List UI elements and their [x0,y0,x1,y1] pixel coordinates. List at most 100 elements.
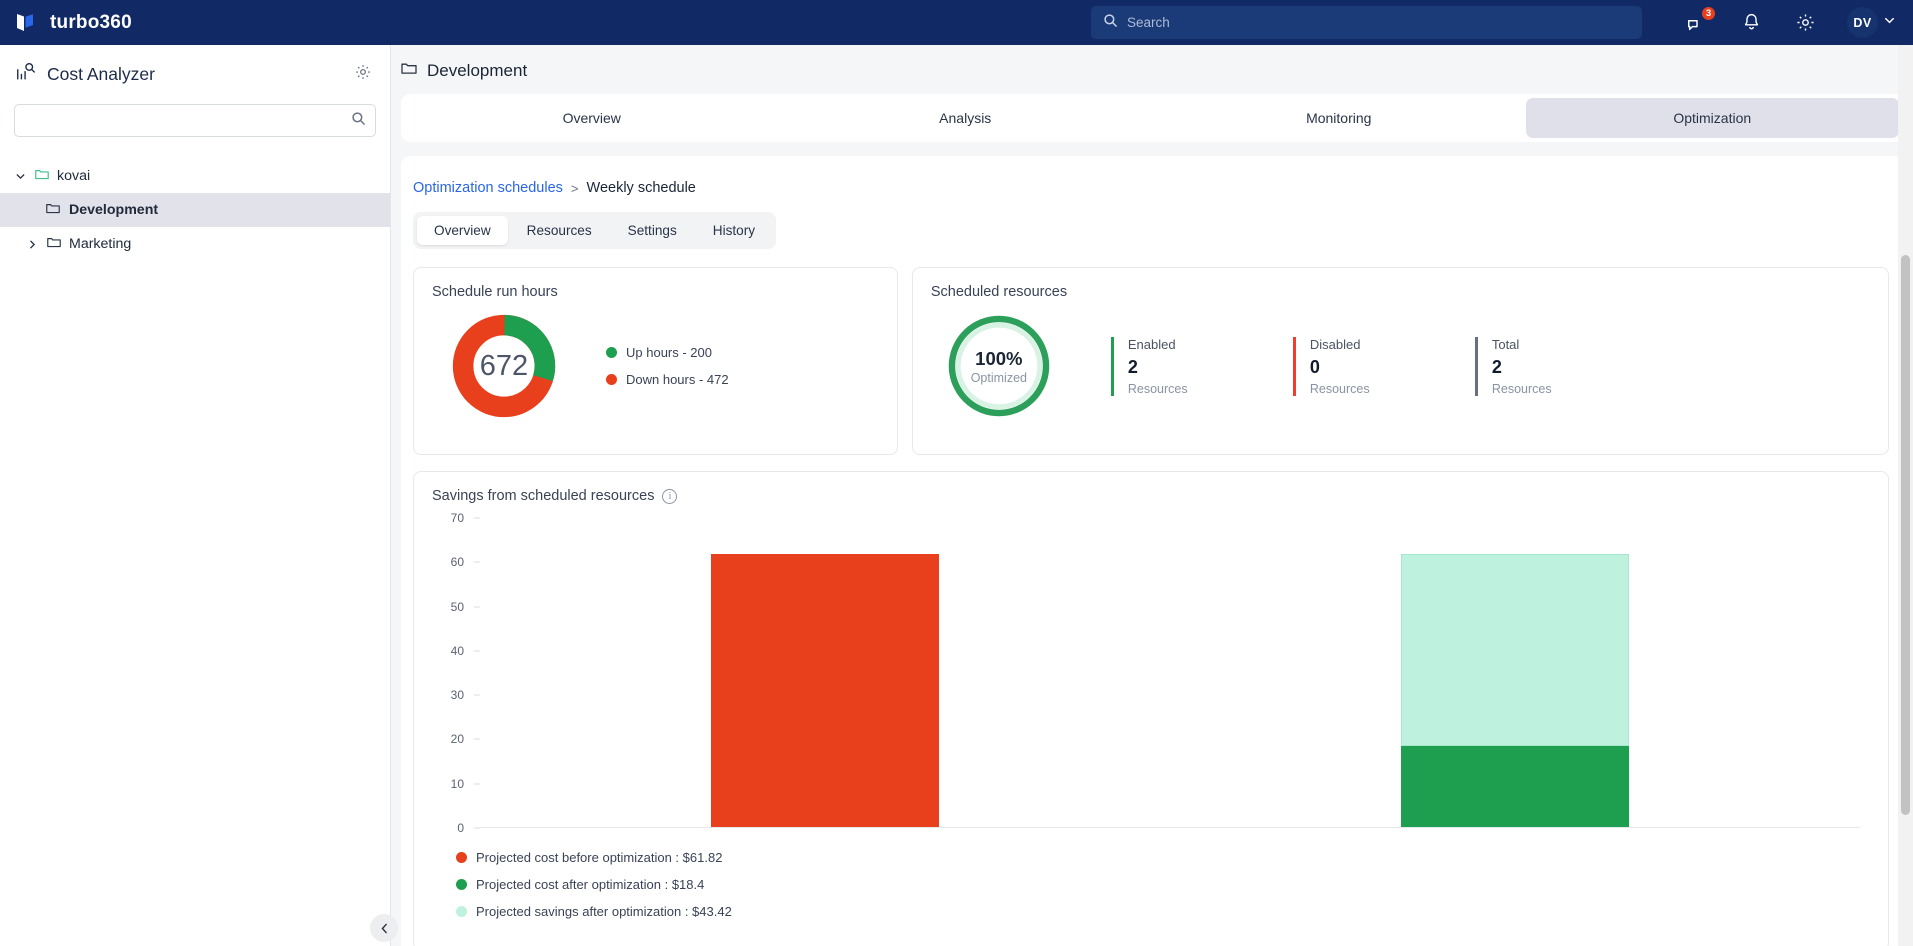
user-account-menu[interactable]: DV [1847,7,1897,38]
scrollbar-thumb[interactable] [1901,255,1910,815]
page-header: Development [391,45,1913,94]
top-navigation-bar: turbo360 3 DV [0,0,1913,45]
tree-item-label: Development [69,202,159,218]
legend-swatch-savings [456,906,467,917]
messages-button[interactable]: 3 [1685,5,1716,35]
brand-logo-area[interactable]: turbo360 [0,10,390,36]
settings-gear-button[interactable] [1793,11,1817,35]
chart-bar[interactable] [711,554,939,827]
optimization-panel: Optimization schedules > Weekly schedule… [401,156,1903,946]
sidebar-title: Cost Analyzer [47,64,155,84]
search-input[interactable] [1127,15,1630,30]
schedule-subtabs: Overview Resources Settings History [413,212,777,249]
stat-label: Enabled [1127,336,1176,352]
primary-tabs: Overview Analysis Monitoring Optimizatio… [401,94,1903,142]
breadcrumb-link-optimization-schedules[interactable]: Optimization schedules [413,180,563,196]
stat-value: 2 [1491,356,1502,377]
info-icon[interactable]: i [662,488,678,504]
tab-optimization[interactable]: Optimization [1525,98,1899,138]
y-axis-tick-label: 30 [450,688,464,703]
messages-badge: 3 [1701,5,1716,21]
optimized-ring-chart: 100% Optimized [947,314,1051,418]
search-icon[interactable] [351,111,366,131]
main-content: Development Overview Analysis Monitoring… [391,45,1913,946]
legend-swatch-cost-before [456,852,467,863]
chevron-right-icon[interactable] [26,238,39,251]
tree-item-label: Marketing [69,236,132,252]
breadcrumb-separator-icon: > [570,180,579,196]
top-bar-icons: 3 DV [1685,0,1897,45]
legend-label: Down hours - 472 [626,372,729,387]
scheduled-resources-card: Scheduled resources 100% Optimized Enabl… [911,267,1889,455]
stat-label: Total [1491,336,1520,352]
y-axis-tick-label: 40 [450,643,464,658]
legend-label: Projected savings after optimization : $… [476,904,732,919]
chart-bar-segment [711,554,939,827]
sidebar-header: Cost Analyzer [0,45,390,96]
subtab-overview[interactable]: Overview [417,216,508,245]
subtab-resources[interactable]: Resources [510,216,609,245]
legend-label: Projected cost before optimization : $61… [476,850,723,865]
sidebar-search[interactable] [14,104,376,137]
folder-tree: kovai Development Marketing [0,159,390,261]
legend-item: Projected cost after optimization : $18.… [456,877,1870,892]
y-axis-tick-label: 20 [450,732,464,747]
sidebar-settings-gear-icon[interactable] [354,63,372,86]
legend-label: Up hours - 200 [626,345,712,360]
global-search[interactable] [1091,6,1642,39]
stat-unit: Resources [1491,381,1552,396]
folder-icon [46,234,62,254]
savings-chart-title: Savings from scheduled resources [432,488,655,504]
y-axis-tick-label: 0 [457,821,464,835]
chart-bar[interactable] [1401,554,1629,827]
breadcrumb-current: Weekly schedule [586,180,696,196]
tree-item-marketing[interactable]: Marketing [0,227,390,261]
search-icon [1103,13,1118,33]
optimized-percent: 100% [975,347,1023,369]
tab-overview[interactable]: Overview [405,98,779,138]
tree-item-label: kovai [57,168,91,184]
legend-item: Up hours - 200 [606,345,729,360]
breadcrumb: Optimization schedules > Weekly schedule [401,156,1903,196]
legend-swatch-up-hours [606,347,617,358]
optimized-sublabel: Optimized [970,370,1027,385]
savings-chart-legend: Projected cost before optimization : $61… [432,828,1870,919]
chevron-down-icon [1882,13,1897,33]
tab-monitoring[interactable]: Monitoring [1152,98,1526,138]
subtab-settings[interactable]: Settings [611,216,694,245]
notifications-button[interactable] [1739,11,1763,35]
stat-enabled: Enabled 2 Resources [1110,336,1293,396]
savings-chart-card: Savings from scheduled resources i 70 60 5… [413,471,1889,946]
legend-item: Projected cost before optimization : $61… [456,850,1870,865]
scheduled-resources-title: Scheduled resources [930,284,1068,300]
sidebar-search-input[interactable] [24,113,351,128]
chevron-down-icon[interactable] [14,170,27,183]
legend-swatch-cost-after [456,879,467,890]
stat-disabled: Disabled 0 Resources [1292,336,1475,396]
stat-total: Total 2 Resources [1474,336,1657,396]
page-title: Development [427,60,528,80]
folder-icon [400,59,418,82]
tab-analysis[interactable]: Analysis [779,98,1153,138]
plot-area [480,518,1860,828]
summary-cards-row: Schedule run hours 672 Up hours - 200 Do… [401,249,1903,455]
subtab-history[interactable]: History [696,216,772,245]
stat-unit: Resources [1127,381,1188,396]
turbo360-logo-icon [13,10,39,36]
run-hours-total: 672 [479,349,529,382]
y-axis-tick-label: 50 [450,599,464,614]
stat-unit: Resources [1309,381,1370,396]
folder-icon [34,166,50,186]
folder-icon [45,200,61,220]
vertical-scrollbar[interactable] [1898,45,1913,946]
sidebar-collapse-button[interactable] [370,914,398,942]
y-axis-tick-label: 60 [450,555,464,570]
run-hours-donut-chart: 672 [450,312,558,420]
avatar: DV [1847,7,1878,38]
tree-item-development[interactable]: Development [0,193,390,227]
y-axis-tick-label: 10 [450,776,464,791]
run-hours-legend: Up hours - 200 Down hours - 472 [606,345,729,387]
legend-item: Projected savings after optimization : $… [456,904,1870,919]
stat-value: 0 [1309,356,1320,377]
tree-item-kovai[interactable]: kovai [0,159,390,193]
